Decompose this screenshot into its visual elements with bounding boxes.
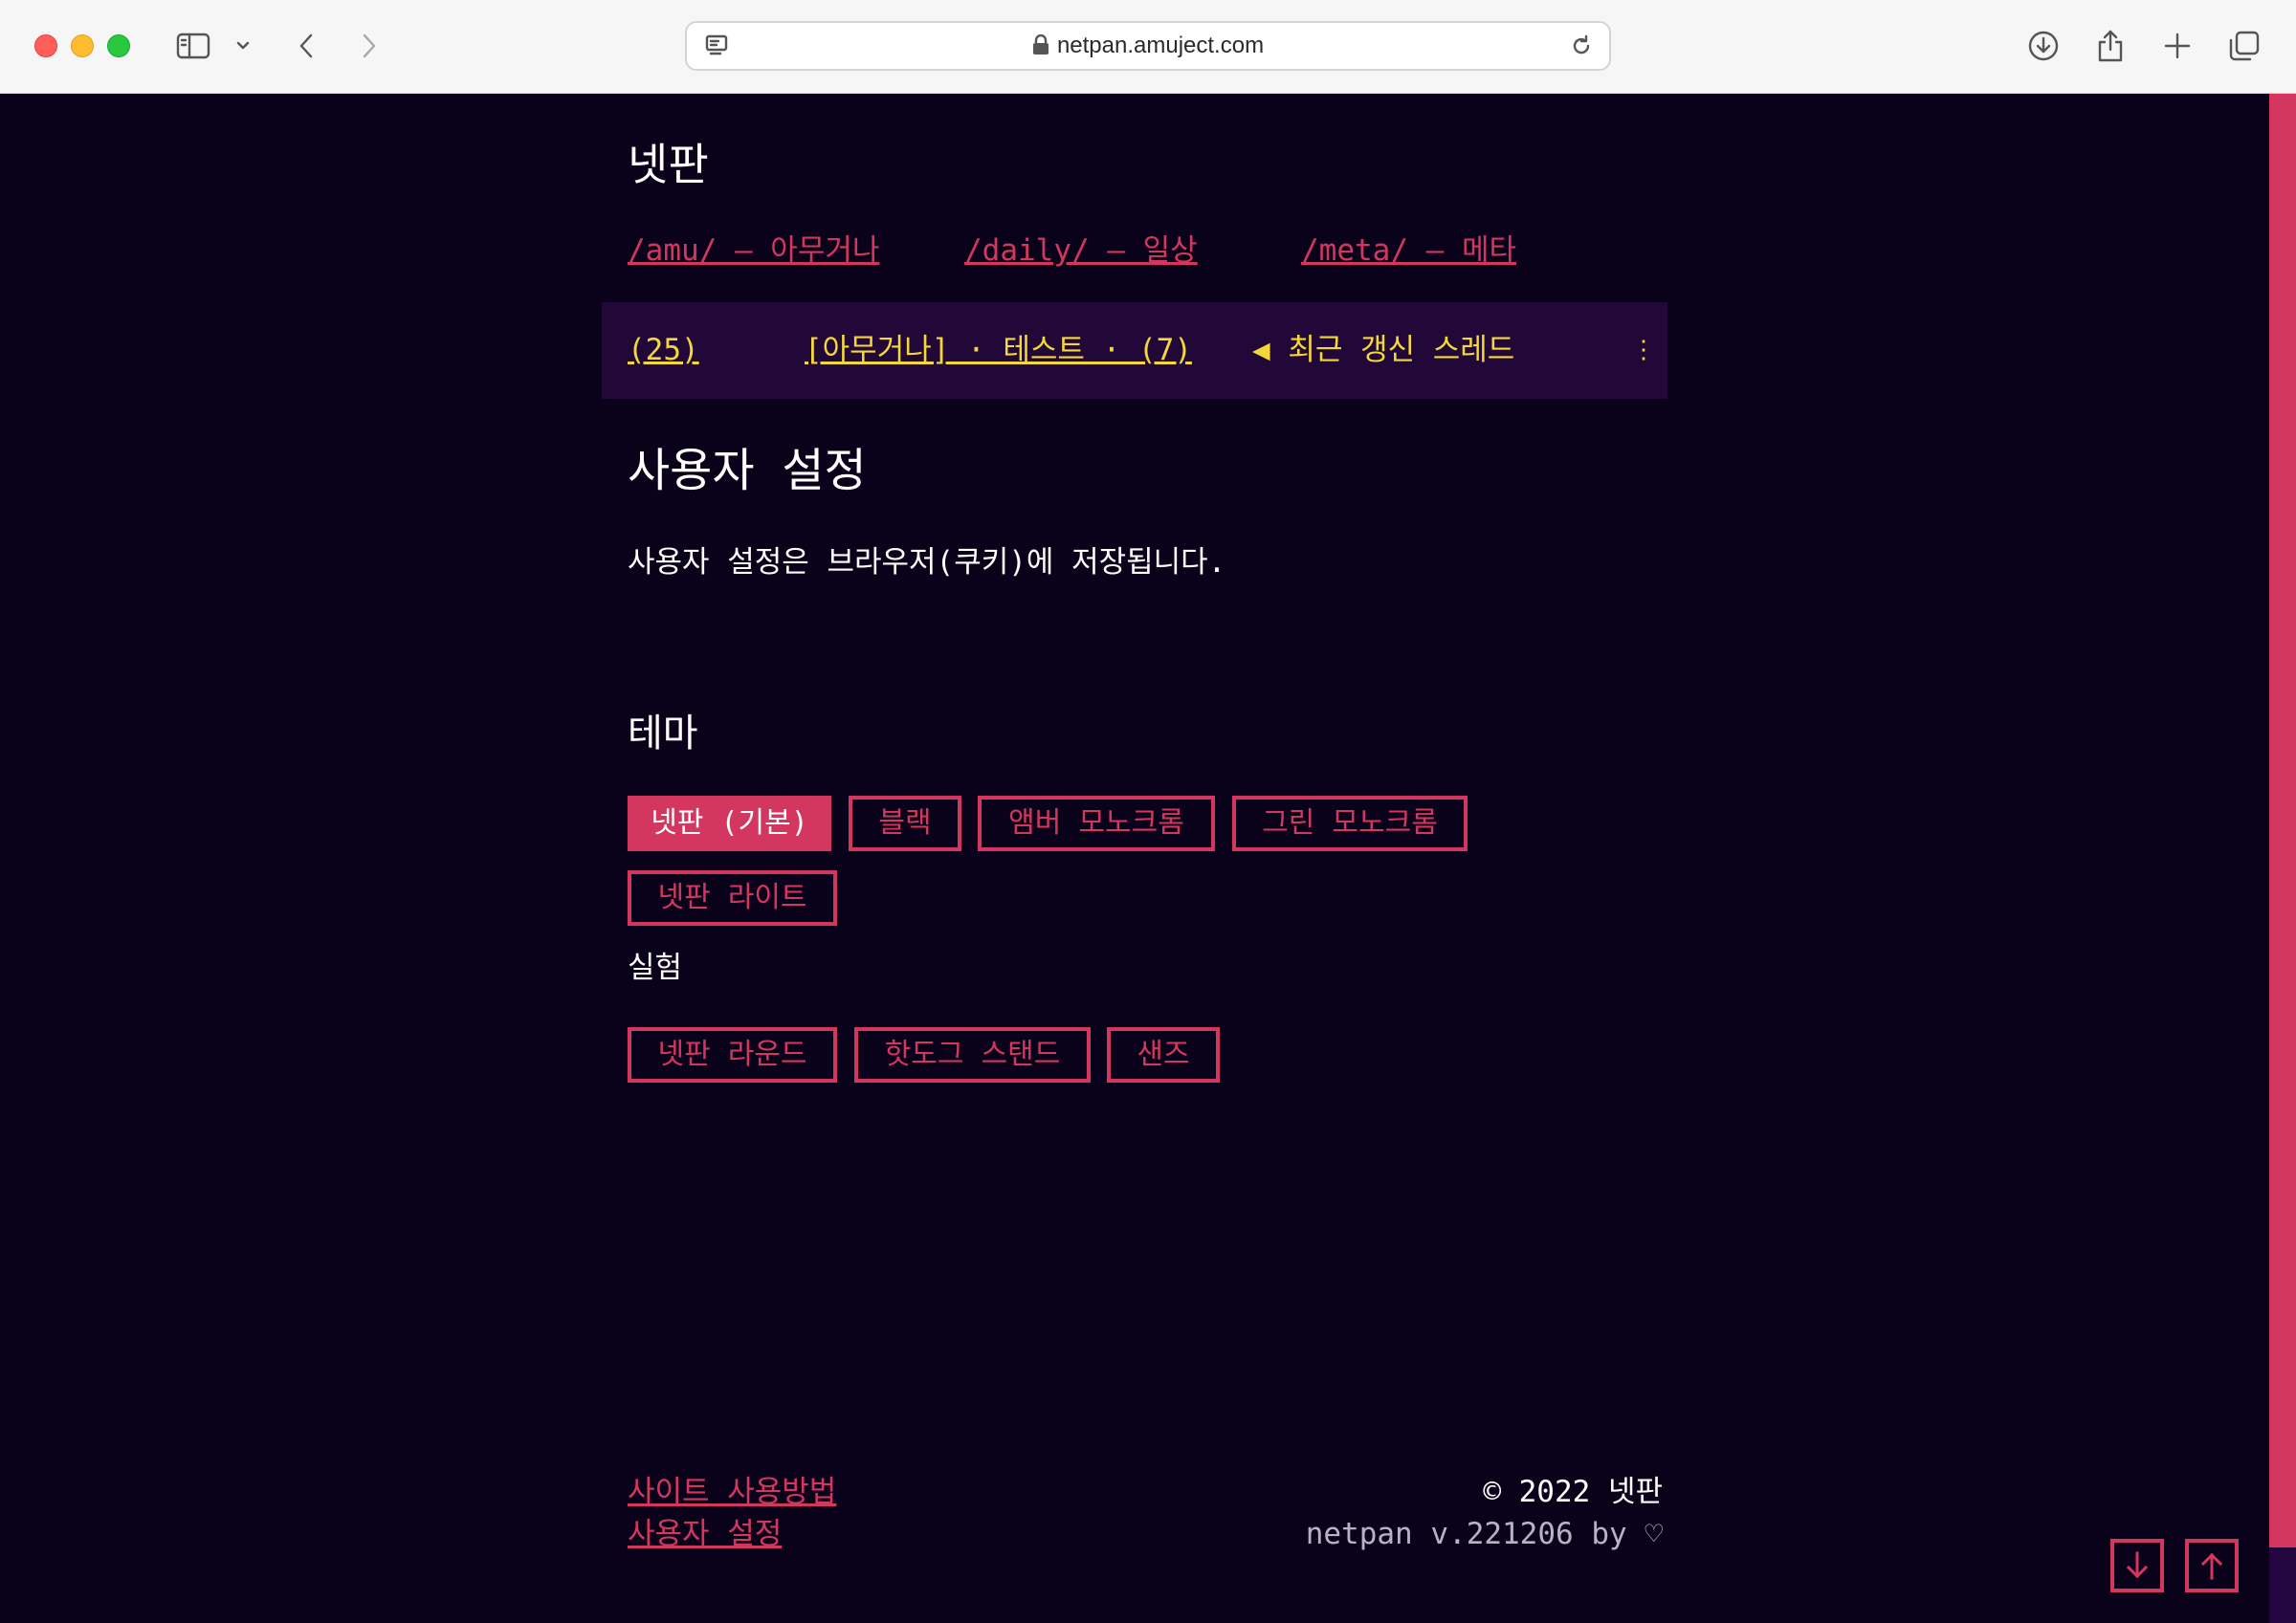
ticker-recent-label: ◀ 최근 갱신 스레드 [1252,333,1515,367]
scroll-down-button[interactable] [2110,1539,2164,1592]
board-link-daily[interactable]: /daily/ — 일상 [964,226,1198,269]
tab-overview-icon [2229,31,2260,61]
arrow-down-icon [2126,1551,2149,1579]
reload-icon [1573,34,1590,55]
settings-description: 사용자 설정은 브라우저(쿠키)에 저장됩니다. [628,545,1226,580]
experimental-heading: 실험 [628,951,683,985]
url-text: netpan.amuject.com [687,23,1609,69]
scroll-up-button[interactable] [2185,1539,2239,1592]
theme-button-amber-mono[interactable]: 앰버 모노크롬 [978,796,1215,851]
arrow-up-icon [2200,1552,2223,1580]
theme-button-green-mono[interactable]: 그린 모노크롬 [1232,796,1468,851]
chevron-down-icon [236,41,250,50]
url-label: netpan.amuject.com [1056,33,1265,58]
theme-heading: 테마 [628,712,698,756]
footer-link-settings[interactable]: 사용자 설정 [628,1513,836,1555]
footer-links: 사이트 사용방법 사용자 설정 [628,1471,836,1555]
new-tab-button[interactable] [2158,25,2197,67]
theme-button-hotdog-stand[interactable]: 핫도그 스탠드 [854,1027,1091,1083]
address-bar[interactable]: netpan.amuject.com [685,21,1611,71]
board-link-meta[interactable]: /meta/ — 메타 [1301,226,1516,269]
scrollbar-thumb[interactable] [2269,94,2296,1547]
tab-group-menu-button[interactable] [232,25,254,67]
minimize-window-button[interactable] [71,34,94,57]
forward-button[interactable] [350,25,388,67]
zoom-window-button[interactable] [107,34,130,57]
theme-button-black[interactable]: 블랙 [849,796,961,851]
forward-icon [363,33,376,58]
copyright-text: © 2022 넷판 [1483,1475,1663,1509]
scrollbar-track[interactable] [2269,94,2296,1623]
back-icon [299,33,313,58]
theme-button-netpan-default[interactable]: 넷판 (기본) [628,796,831,851]
theme-button-sans[interactable]: 샌즈 [1107,1027,1220,1083]
footer-copyright: © 2022 넷판 netpan v.221206 by ♡ [1306,1471,1663,1555]
recent-threads-ticker: (25) [아무거나] · 테스트 · (7) ◀ 최근 갱신 스레드 ⋮ [602,302,1667,399]
ticker-more-icon[interactable]: ⋮ [1631,302,1656,399]
ticker-thread-count[interactable]: (25) [628,302,699,399]
reload-button[interactable] [1565,25,1598,67]
site-title[interactable]: 넷판 [628,130,709,193]
back-button[interactable] [287,25,325,67]
theme-button-netpan-round[interactable]: 넷판 라운드 [628,1027,837,1083]
lock-icon [1032,33,1049,55]
new-tab-icon [2164,33,2191,59]
board-link-amu[interactable]: /amu/ — 아무거나 [628,226,879,269]
sidebar-toggle-button[interactable] [172,25,214,67]
downloads-button[interactable] [2024,25,2063,67]
footer-link-help[interactable]: 사이트 사용방법 [628,1471,836,1513]
theme-button-netpan-light[interactable]: 넷판 라이트 [628,870,837,926]
version-text: netpan v.221206 by ♡ [1305,1517,1663,1551]
share-button[interactable] [2091,25,2130,67]
page-title: 사용자 설정 [628,444,867,497]
tab-overview-button[interactable] [2225,25,2263,67]
browser-toolbar: netpan.amuject.com [0,0,2296,94]
sidebar-icon [176,33,210,59]
close-window-button[interactable] [34,34,57,57]
download-icon [2028,31,2059,61]
share-icon [2098,30,2123,62]
ticker-thread-link[interactable]: [아무거나] · 테스트 · (7) [805,302,1192,399]
